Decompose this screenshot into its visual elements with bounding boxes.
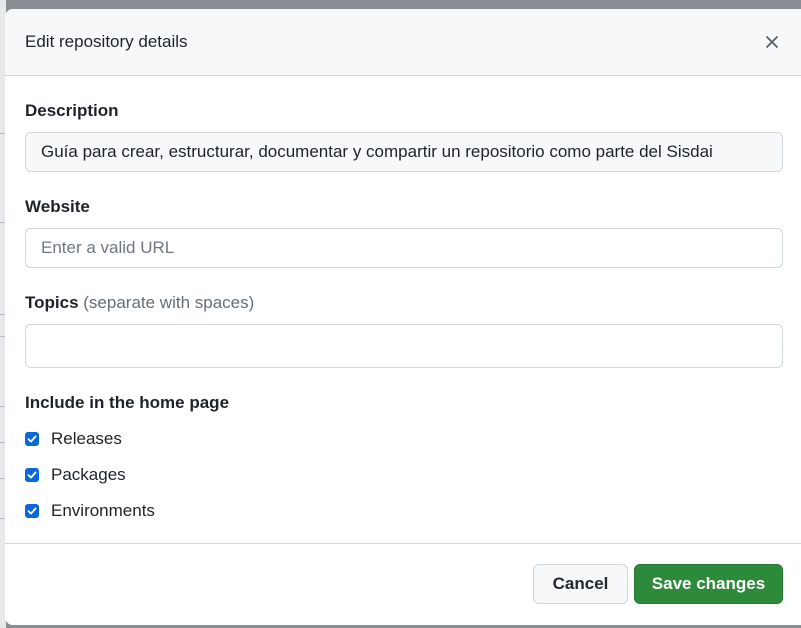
environments-label: Environments — [51, 501, 155, 520]
packages-checkbox[interactable] — [25, 468, 39, 482]
website-input[interactable] — [25, 228, 783, 268]
close-icon — [766, 36, 778, 48]
packages-option[interactable]: Packages — [25, 465, 126, 485]
packages-label: Packages — [51, 465, 126, 484]
home-page-label: Include in the home page — [25, 393, 230, 412]
cancel-button[interactable]: Cancel — [533, 564, 628, 604]
check-icon — [27, 471, 37, 479]
releases-checkbox[interactable] — [25, 432, 39, 446]
check-icon — [27, 507, 37, 515]
dialog-footer: Cancel Save changes — [5, 543, 801, 625]
environments-checkbox[interactable] — [25, 504, 39, 518]
topics-label: Topics (separate with spaces) — [25, 293, 254, 313]
description-input[interactable] — [25, 132, 783, 172]
website-label: Website — [25, 197, 90, 216]
environments-option[interactable]: Environments — [25, 501, 155, 521]
dialog-header: Edit repository details — [5, 9, 801, 76]
topics-label-text: Topics — [25, 293, 79, 312]
topics-input[interactable] — [25, 324, 783, 368]
check-icon — [27, 435, 37, 443]
edit-repository-dialog: Edit repository details Description Webs… — [5, 9, 801, 625]
description-label: Description — [25, 101, 119, 120]
releases-label: Releases — [51, 429, 122, 448]
releases-option[interactable]: Releases — [25, 429, 122, 449]
close-button[interactable] — [761, 31, 783, 53]
topics-hint: (separate with spaces) — [83, 293, 255, 312]
save-changes-button[interactable]: Save changes — [634, 564, 783, 604]
dialog-title: Edit repository details — [25, 32, 188, 51]
dialog-body: Description Website Topics (separate wit… — [5, 76, 801, 543]
